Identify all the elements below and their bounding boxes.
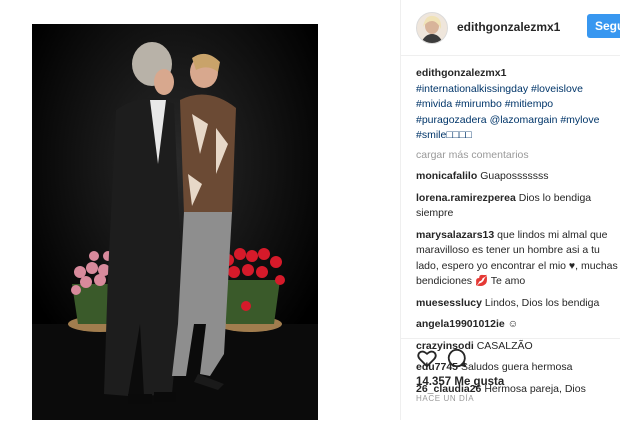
caption-trailing: □□□□ (446, 129, 472, 141)
load-more-comments-link[interactable]: cargar más comentarios (416, 148, 620, 164)
post-actions: 14.357 Me gusta HACE UN DÍA (401, 338, 620, 421)
post-timestamp: HACE UN DÍA (416, 394, 475, 403)
comment-item: angela19901012ie ☺ (416, 317, 620, 333)
comment-item: marysalazars13 que lindos mi almal que m… (416, 228, 620, 290)
photo-panel (0, 0, 400, 420)
follow-button[interactable]: Seguir (587, 14, 620, 38)
comment-username[interactable]: muesesslucy (416, 297, 482, 309)
post-photo[interactable] (32, 24, 318, 420)
post-caption: edithgonzalezmx1 #internationalkissingda… (416, 66, 620, 144)
comment-username[interactable]: marysalazars13 (416, 229, 494, 241)
comment-text: ☺ (507, 318, 519, 330)
comment-text: Lindos, Dios los bendiga (484, 296, 600, 309)
post-header: edithgonzalezmx1 Seguir (401, 0, 620, 56)
comment-username[interactable]: lorena.ramirezperea (416, 192, 516, 204)
comment-item: muesesslucy Lindos, Dios los bendiga (416, 296, 620, 312)
caption-username[interactable]: edithgonzalezmx1 (416, 67, 506, 79)
avatar[interactable] (416, 12, 448, 44)
post-username[interactable]: edithgonzalezmx1 (457, 20, 560, 34)
comment-item: lorena.ramirezperea Dios lo bendiga siem… (416, 191, 620, 222)
post-sidebar: edithgonzalezmx1 Seguir edithgonzalezmx1… (400, 0, 620, 420)
avatar-image (417, 13, 447, 43)
like-count[interactable]: 14.357 Me gusta (416, 376, 504, 388)
comment-text: Guaposssssss (480, 170, 549, 182)
comment-item: monicafalilo Guaposssssss (416, 169, 620, 185)
comment-icon[interactable] (446, 347, 468, 369)
comment-username[interactable]: angela19901012ie (416, 318, 505, 330)
comment-username[interactable]: monicafalilo (416, 170, 477, 182)
post-photo-illustration (32, 24, 318, 420)
heart-icon[interactable] (416, 347, 438, 369)
